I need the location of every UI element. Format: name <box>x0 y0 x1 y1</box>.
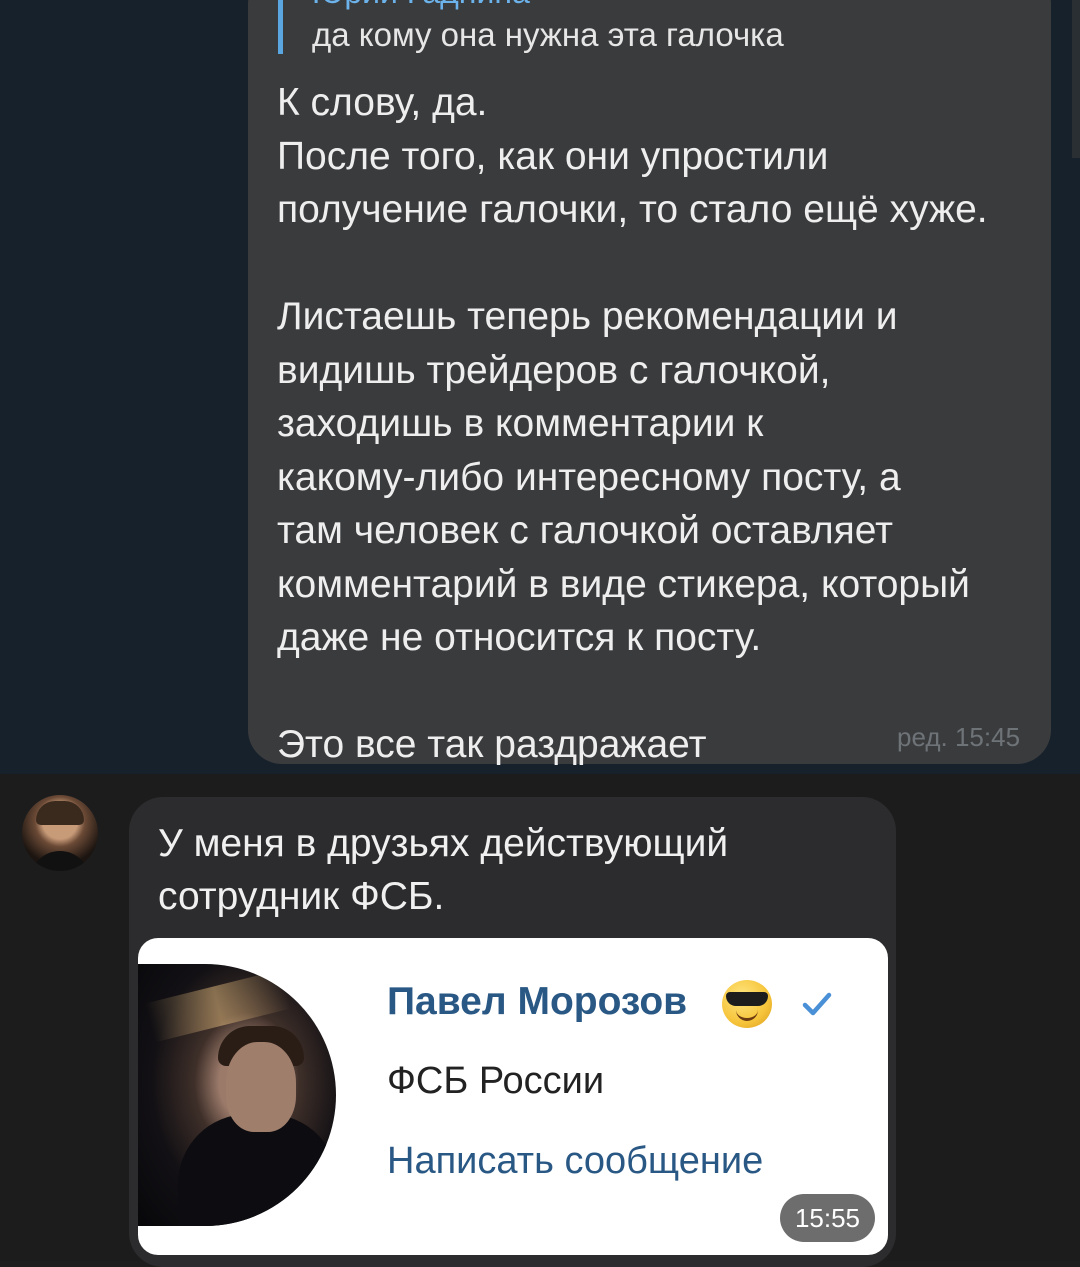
incoming-message-text: У меня в друзьях действующий сотрудник Ф… <box>158 822 729 918</box>
message-time-edited: ред. 15:45 <box>897 722 1021 752</box>
message-time-badge: 15:55 <box>780 1194 875 1242</box>
write-message-link[interactable]: Написать сообщение <box>387 1140 763 1183</box>
profile-card-subtitle: ФСБ России <box>387 1060 605 1102</box>
avatar-shirt-shape <box>30 851 90 871</box>
reply-author: Юрий Гаднина <box>312 0 530 11</box>
reply-text: да кому она нужна эта галочка <box>312 16 784 53</box>
profile-card-avatar <box>138 964 336 1226</box>
message-text: К слову, да. После того, как они упрости… <box>277 81 988 766</box>
sender-avatar[interactable] <box>22 795 98 871</box>
reply-quote[interactable]: Юрий Гаднина да кому она нужна эта галоч… <box>278 0 784 54</box>
avatar-hair-shape <box>36 801 84 825</box>
scrollbar-thumb[interactable] <box>1072 0 1080 158</box>
smile-shape <box>736 1010 758 1021</box>
verified-check-icon <box>802 992 832 1016</box>
avatar-face-shape <box>226 1042 296 1132</box>
smiling-face-with-sunglasses-icon <box>722 980 772 1028</box>
profile-card-name: Павел Морозов <box>387 980 688 1023</box>
sunglasses-shape <box>726 992 768 1006</box>
